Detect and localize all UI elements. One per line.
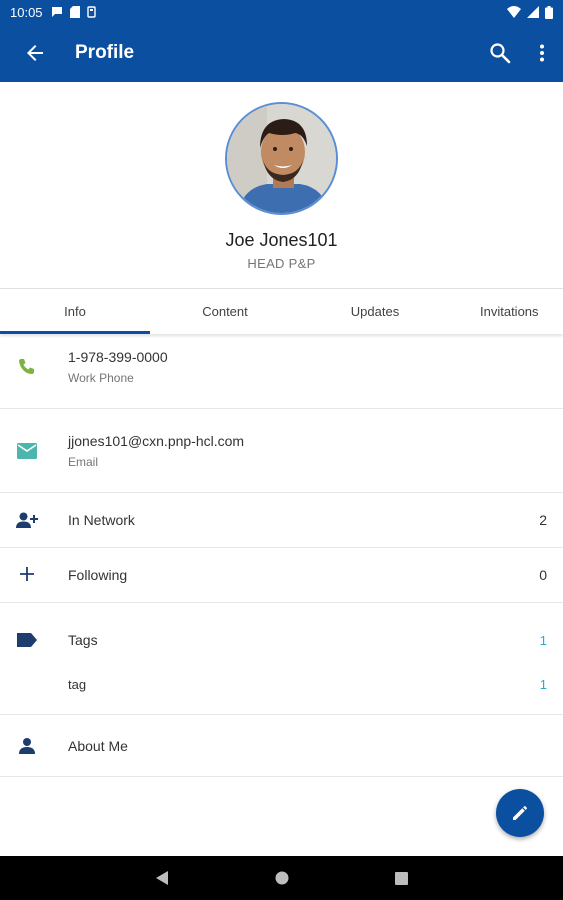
page-title: Profile (75, 42, 135, 63)
status-time: 10:05 (10, 4, 43, 20)
profile-role: HEAD P&P (247, 256, 316, 271)
nav-home-button[interactable] (222, 871, 342, 885)
tag-item-count: 1 (539, 677, 547, 692)
square-recents-icon (395, 871, 408, 885)
signal-icon (527, 6, 539, 18)
in-network-label: In Network (68, 512, 135, 528)
tab-content[interactable]: Content (150, 289, 300, 334)
storage-icon (86, 6, 96, 18)
tab-info[interactable]: Info (0, 289, 150, 334)
sd-card-icon (69, 6, 80, 18)
tag-icon (14, 627, 40, 653)
search-icon (490, 43, 511, 64)
person-icon (14, 733, 40, 759)
person-add-icon (14, 507, 40, 533)
tab-invitations[interactable]: Invitations (450, 289, 563, 334)
tags-row[interactable]: Tags 1 tag 1 (0, 603, 563, 715)
plus-icon (14, 561, 40, 587)
phone-number: 1-978-399-0000 (68, 349, 168, 365)
tags-label: Tags (68, 632, 98, 648)
email-icon (14, 438, 40, 464)
nav-back-button[interactable] (102, 871, 222, 885)
more-vert-icon (540, 44, 544, 62)
avatar-photo (227, 104, 336, 213)
info-list: 1-978-399-0000 Work Phone jjones101@cxn.… (0, 334, 563, 777)
phone-label: Work Phone (68, 371, 134, 385)
in-network-row[interactable]: In Network 2 (0, 493, 563, 548)
about-me-row[interactable]: About Me (0, 715, 563, 777)
in-network-count: 2 (539, 512, 547, 528)
phone-icon (14, 354, 40, 380)
battery-icon (545, 5, 553, 19)
email-label: Email (68, 455, 99, 469)
following-count: 0 (539, 567, 547, 583)
pencil-icon (513, 805, 528, 820)
edit-profile-button[interactable] (496, 789, 544, 837)
system-nav-bar (0, 856, 563, 900)
profile-header: Joe Jones101 HEAD P&P (0, 82, 563, 288)
avatar[interactable] (225, 102, 338, 215)
triangle-back-icon (155, 871, 168, 885)
about-me-label: About Me (68, 738, 128, 754)
email-row[interactable]: jjones101@cxn.pnp-hcl.com Email (0, 409, 563, 493)
following-label: Following (68, 567, 128, 583)
tags-count: 1 (539, 633, 547, 648)
tab-updates[interactable]: Updates (300, 289, 450, 334)
back-button[interactable] (0, 24, 70, 82)
circle-home-icon (275, 871, 288, 885)
nav-recents-button[interactable] (342, 871, 462, 885)
status-bar: 10:05 (0, 0, 563, 24)
search-button[interactable] (479, 24, 521, 82)
email-address: jjones101@cxn.pnp-hcl.com (68, 433, 245, 449)
overflow-menu-button[interactable] (521, 24, 563, 82)
profile-name: Joe Jones101 (225, 230, 338, 250)
tab-bar: Info Content Updates Invitations (0, 288, 563, 334)
following-row[interactable]: Following 0 (0, 548, 563, 603)
arrow-back-icon (27, 45, 43, 61)
wifi-icon (507, 6, 521, 18)
app-bar: Profile (0, 24, 563, 82)
work-phone-row[interactable]: 1-978-399-0000 Work Phone (0, 334, 563, 409)
chat-notification-icon (51, 7, 62, 17)
tag-item-label[interactable]: tag (68, 677, 86, 692)
